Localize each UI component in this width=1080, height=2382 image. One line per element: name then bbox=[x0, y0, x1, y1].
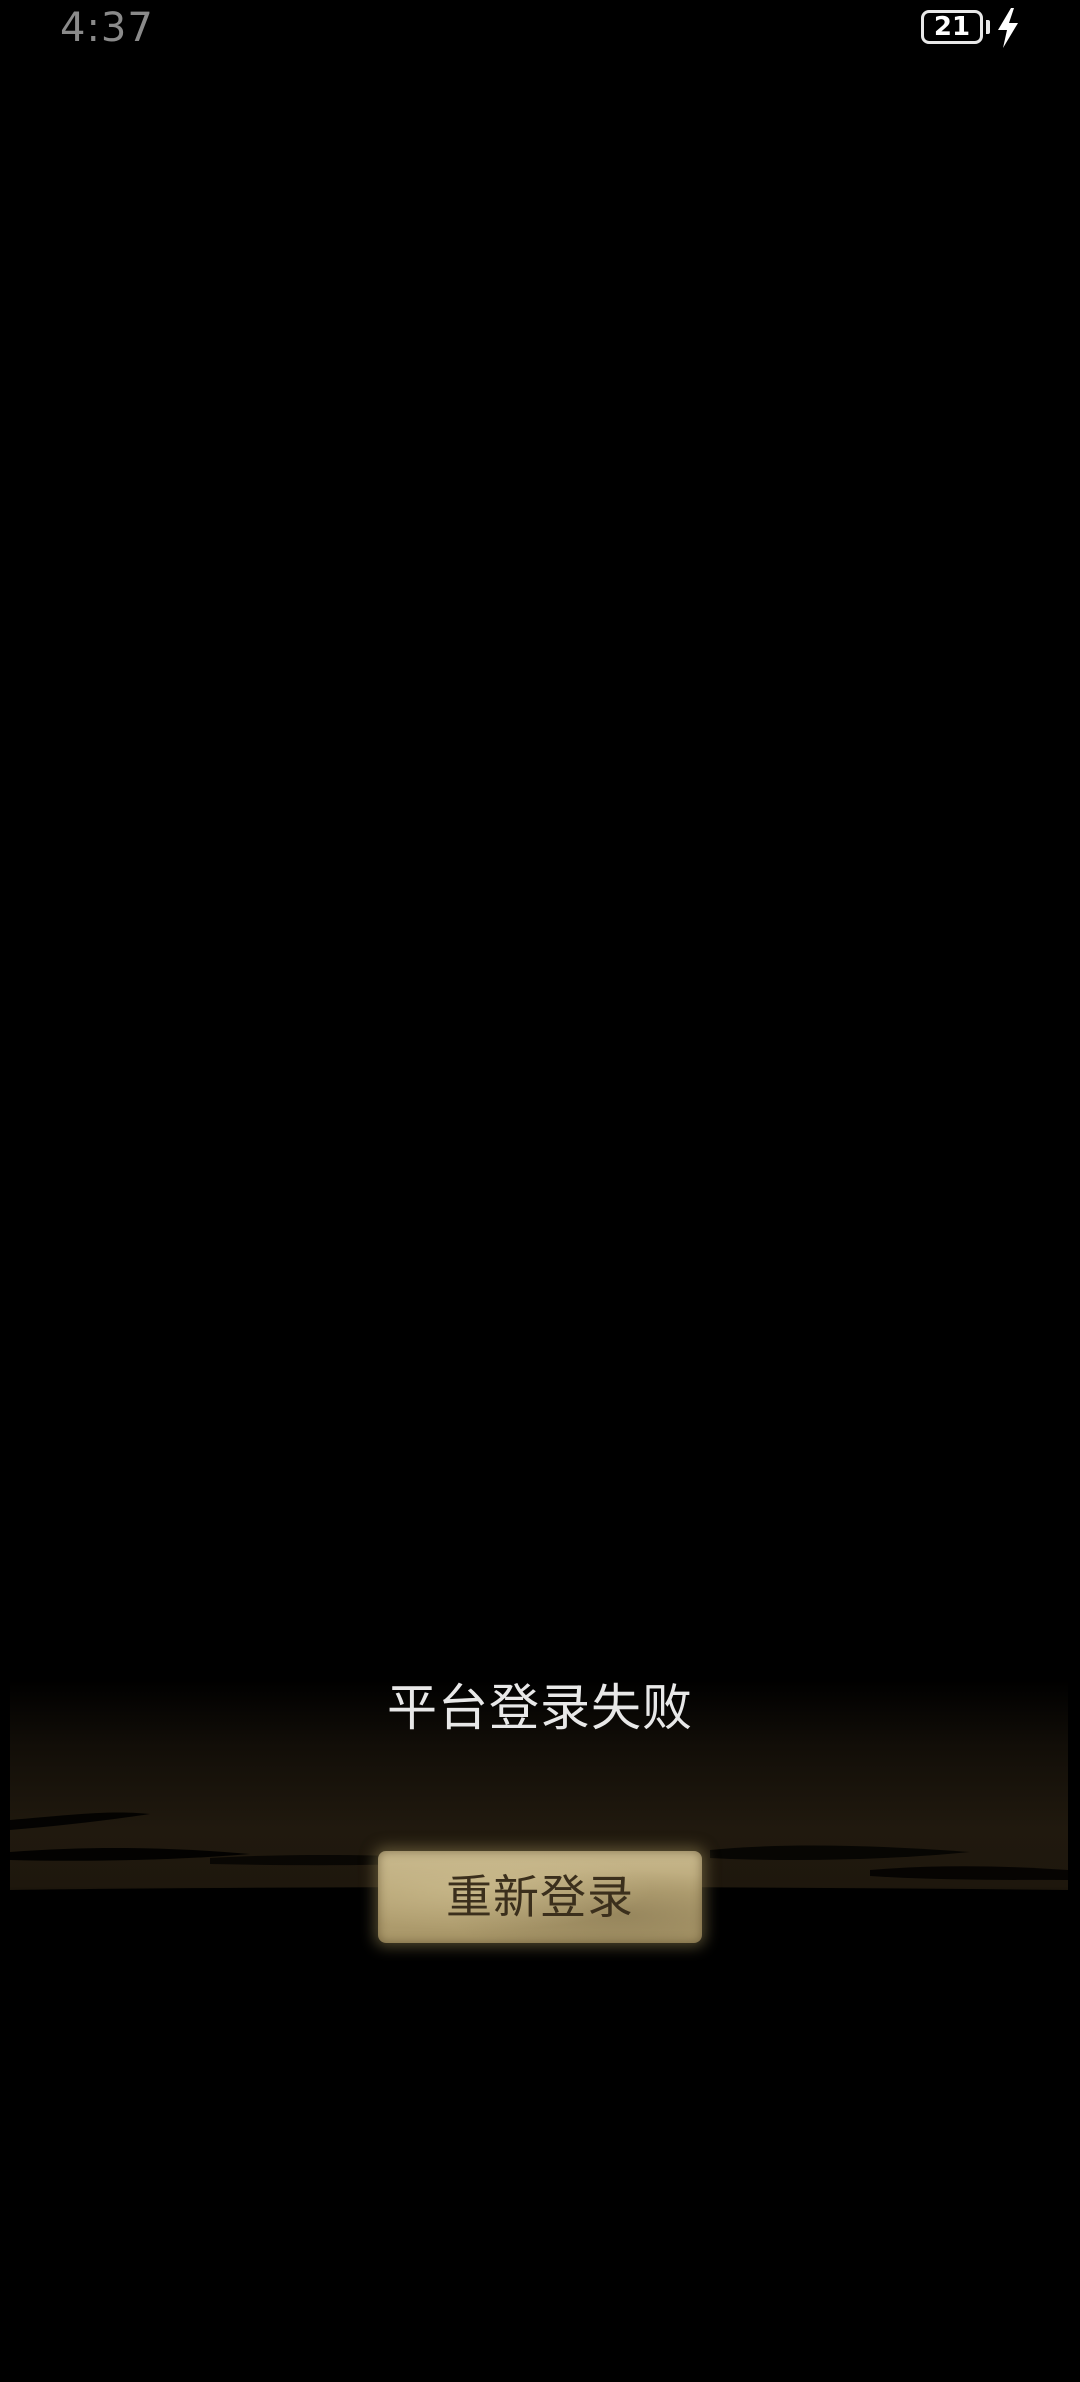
relogin-button-label: 重新登录 bbox=[446, 1870, 634, 1924]
status-time: 4:37 bbox=[60, 5, 154, 51]
game-login-screen: 4:37 21 平台登录失败 重新登录 bbox=[0, 0, 1080, 2382]
login-failed-message: 平台登录失败 bbox=[387, 1679, 693, 1737]
battery-level: 21 bbox=[933, 12, 971, 42]
lightning-bolt-icon bbox=[998, 8, 1018, 48]
battery-icon: 21 bbox=[921, 10, 983, 44]
relogin-button[interactable]: 重新登录 bbox=[378, 1851, 702, 1943]
status-bar: 4:37 21 bbox=[0, 0, 1080, 56]
battery-tip bbox=[986, 20, 990, 34]
